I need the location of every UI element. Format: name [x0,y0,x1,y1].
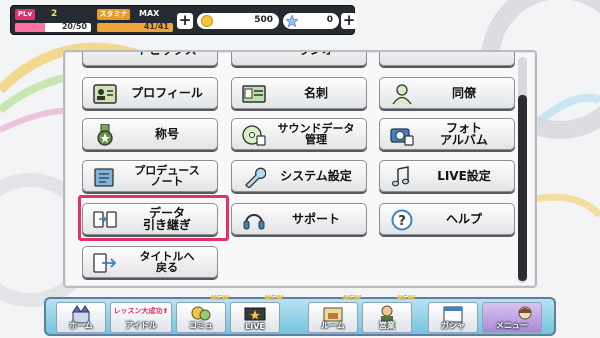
music-note-icon [391,166,410,187]
menu-system-settings-button[interactable]: システム設定 [231,160,367,192]
business-card-icon [242,85,266,103]
menu-live-settings-label: LIVE設定 [437,169,491,183]
menu-unknown-button[interactable] [379,52,515,66]
nav-room-label: ルーム [321,321,345,330]
new-tag: NEW [342,294,361,302]
menu-system-settings-label: システム設定 [280,169,352,183]
menu-partial-row: トピックス ラジオ [65,52,517,68]
nav-commu[interactable]: NEW コミュ [176,294,229,333]
new-tag: NEW [210,294,229,302]
menu-topics-button[interactable]: トピックス [82,52,218,66]
menu-radio-button[interactable]: ラジオ [231,52,367,66]
new-tag: NEW [396,294,415,302]
medal-icon [97,124,113,146]
menu-produce-note-button[interactable]: プロデュース ノート [82,160,218,192]
nav-idol[interactable]: レッスン大成功⬆ アイドル [110,302,172,333]
menu-business-card-label: 名刺 [303,86,328,100]
menu-title-label: 称号 [154,127,179,141]
menu-title-button[interactable]: 称号 [82,118,218,150]
exp-bar-fill [15,23,46,32]
sound-data-icon [242,125,266,146]
nav-idol-label: アイドル [125,321,157,330]
jewel-display: 0 [283,13,339,29]
stamina-bar: 41/41 [97,23,173,32]
menu-scrollbar[interactable] [518,57,527,283]
menu-help-label: ヘルプ [445,212,482,226]
menu-profile-label: プロフィール [131,86,203,100]
menu-scrollbar-thumb[interactable] [518,95,527,281]
menu-live-settings-button[interactable]: LIVE設定 [379,160,515,192]
stamina-plus-button[interactable]: + [177,13,193,29]
exp-text: 20/50 [61,23,87,31]
highlight-frame [78,195,229,241]
nav-home[interactable]: ホーム [56,302,106,333]
menu-business-card-button[interactable]: 名刺 [231,77,367,109]
nav-gacha[interactable]: ガシャ [428,302,478,333]
money-value: 500 [254,15,273,25]
profile-card-icon [93,84,117,104]
menu-unknown-label [418,52,510,65]
nav-sales-label: 営業 [379,321,395,330]
menu-sound-data-button[interactable]: サウンドデータ 管理 [231,118,367,150]
menu-radio-label: ラジオ [270,52,362,65]
money-display: 500 [197,13,279,29]
menu-sound-data-label: サウンドデータ 管理 [277,122,355,146]
exp-bar: 20/50 [15,23,91,32]
stamina-badge: スタミナ [97,9,130,20]
note-icon [94,168,114,187]
camera-icon [390,128,414,146]
nav-menu[interactable]: メニュー [482,302,542,333]
new-tag: NEW [264,294,283,302]
stamina-text: 41/41 [143,23,169,31]
bottom-nav: ホーム レッスン大成功⬆ アイドル NEW コミュ NEW LIVE NEW ル… [44,294,556,336]
stamina-max-label: MAX [139,9,160,18]
menu-colleagues-button[interactable]: 同僚 [379,77,515,109]
nav-live-label: LIVE [245,322,265,331]
nav-home-label: ホーム [69,321,93,330]
exit-icon [93,253,117,273]
menu-help-button[interactable]: ? ヘルプ [379,203,515,235]
menu-produce-note-label: プロデュース ノート [134,164,200,188]
svg-text:?: ? [398,214,406,229]
colleagues-icon [392,84,412,105]
menu-colleagues-label: 同僚 [451,86,476,100]
coin-icon [201,15,213,27]
nav-live[interactable]: NEW LIVE [230,294,283,333]
menu-support-button[interactable]: サポート [231,203,367,235]
menu-topics-label: トピックス [121,52,213,65]
nav-sales[interactable]: NEW 営業 [362,294,415,333]
menu-return-title-button[interactable]: タイトルへ 戻る [82,246,218,278]
lesson-success-banner: レッスン大成功⬆ [113,307,169,315]
status-bar: PLv 2 20/50 スタミナ MAX 41/41 + 500 0 + [10,5,357,35]
jewel-value: 0 [326,15,333,25]
plv-badge: PLv [15,9,35,20]
menu-profile-button[interactable]: プロフィール [82,77,218,109]
jewel-plus-button[interactable]: + [341,13,357,29]
stage-icon [244,307,266,321]
nav-menu-label: メニュー [496,321,528,330]
menu-support-label: サポート [291,212,340,226]
wrench-icon [245,167,266,188]
nav-gacha-label: ガシャ [441,321,465,330]
headset-icon [243,214,265,230]
producer-level: 2 [51,9,58,19]
question-icon: ? [391,209,413,231]
menu-return-title-label: タイトルへ 戻る [139,250,195,274]
nav-commu-label: コミュ [189,321,213,330]
menu-photo-album-button[interactable]: フォト アルバム [379,118,515,150]
jewel-star-icon [286,15,298,27]
menu-photo-album-label: フォト アルバム [440,121,488,147]
nav-room[interactable]: NEW ルーム [308,294,361,333]
